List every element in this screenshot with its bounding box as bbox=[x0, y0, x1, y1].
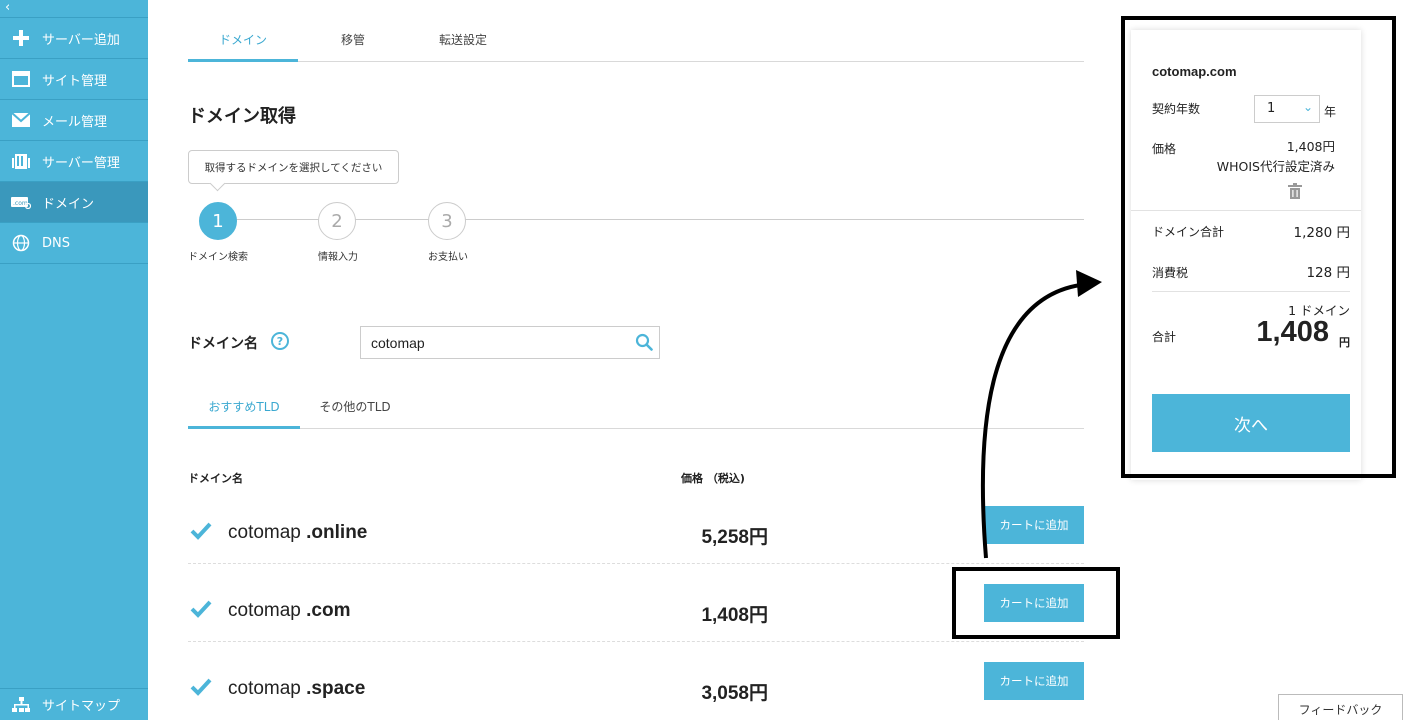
sitemap-label: サイトマップ bbox=[42, 699, 121, 714]
sidebar-item-label: サーバー追加 bbox=[42, 32, 120, 48]
chevron-left-icon: ‹ bbox=[5, 0, 11, 15]
sidebar-item-server-add[interactable]: サーバー追加 bbox=[0, 18, 148, 59]
sidebar-item-site[interactable]: サイト管理 bbox=[0, 59, 148, 100]
annotation-arrow bbox=[980, 270, 1102, 559]
plus-icon bbox=[0, 29, 42, 47]
table-row: cotomap .com 1,408円 カートに追加 bbox=[188, 584, 1084, 642]
mail-icon bbox=[0, 113, 42, 127]
column-header-domain: ドメイン名 bbox=[188, 472, 243, 485]
search-icon[interactable] bbox=[635, 333, 653, 355]
globe-icon bbox=[0, 234, 42, 252]
step-2-label: 情報入力 bbox=[318, 252, 358, 263]
domain-price: 5,258円 bbox=[701, 527, 768, 548]
sidebar-item-label: サーバー管理 bbox=[42, 155, 120, 171]
sidebar-item-label: DNS bbox=[42, 235, 70, 251]
domain-price: 1,408円 bbox=[701, 605, 768, 626]
sidebar-item-mail[interactable]: メール管理 bbox=[0, 100, 148, 141]
domain-name: cotomap .online bbox=[228, 522, 368, 543]
column-header-price: 価格 （税込) bbox=[681, 472, 745, 485]
table-row: cotomap .space 3,058円 カートに追加 bbox=[188, 662, 1084, 720]
feedback-button[interactable]: フィードバック bbox=[1278, 694, 1403, 720]
stepper-line bbox=[236, 219, 1084, 220]
server-icon bbox=[0, 152, 42, 170]
annotation-panel-box bbox=[1121, 16, 1396, 478]
sidebar-item-label: ドメイン bbox=[42, 196, 95, 212]
sidebar-item-sitemap[interactable]: サイトマップ bbox=[0, 688, 148, 720]
tab-transfer[interactable]: 移管 bbox=[298, 26, 408, 62]
sidebar-item-server[interactable]: サーバー管理 bbox=[0, 141, 148, 182]
domain-name: cotomap .space bbox=[228, 678, 366, 699]
domain-name-label: ドメイン名 bbox=[188, 336, 258, 352]
table-row: cotomap .online 5,258円 カートに追加 bbox=[188, 506, 1084, 564]
sidebar: ‹ サーバー追加 サイト管理 メール管理 サーバー管理 .com ドメイン DN… bbox=[0, 0, 148, 720]
page-title: ドメイン取得 bbox=[188, 106, 296, 127]
tld-tabs: おすすめTLD その他のTLD bbox=[188, 393, 1084, 429]
sidebar-item-dns[interactable]: DNS bbox=[0, 223, 148, 264]
help-icon[interactable]: ? bbox=[271, 332, 289, 350]
step-3-circle: 3 bbox=[428, 202, 466, 240]
tab-other-tld[interactable]: その他のTLD bbox=[300, 393, 410, 429]
step-3-label: お支払い bbox=[428, 252, 468, 263]
tab-recommended-tld[interactable]: おすすめTLD bbox=[188, 393, 300, 429]
sitemap-icon bbox=[0, 696, 42, 713]
check-icon bbox=[190, 600, 212, 622]
sidebar-item-label: メール管理 bbox=[42, 114, 108, 130]
window-icon bbox=[0, 71, 42, 87]
domain-name: cotomap .com bbox=[228, 600, 351, 621]
tab-forwarding[interactable]: 転送設定 bbox=[408, 26, 518, 62]
check-icon bbox=[190, 522, 212, 544]
step-2-circle: 2 bbox=[318, 202, 356, 240]
domain-price: 3,058円 bbox=[701, 683, 768, 704]
step-1-circle: 1 bbox=[199, 202, 237, 240]
step-1-label: ドメイン検索 bbox=[188, 252, 248, 263]
domain-icon: .com bbox=[0, 195, 42, 209]
sidebar-item-label: サイト管理 bbox=[42, 73, 108, 89]
domain-search-input[interactable] bbox=[361, 327, 621, 358]
top-tabs: ドメイン 移管 転送設定 bbox=[188, 26, 1084, 62]
add-to-cart-button[interactable]: カートに追加 bbox=[984, 662, 1084, 700]
sidebar-collapse-toggle[interactable]: ‹ bbox=[0, 0, 148, 18]
step-tooltip: 取得するドメインを選択してください bbox=[188, 150, 399, 184]
sidebar-item-domain[interactable]: .com ドメイン bbox=[0, 182, 148, 223]
check-icon bbox=[190, 678, 212, 700]
annotation-highlight-box bbox=[952, 567, 1120, 639]
tab-domain[interactable]: ドメイン bbox=[188, 26, 298, 62]
domain-search-box bbox=[360, 326, 660, 359]
